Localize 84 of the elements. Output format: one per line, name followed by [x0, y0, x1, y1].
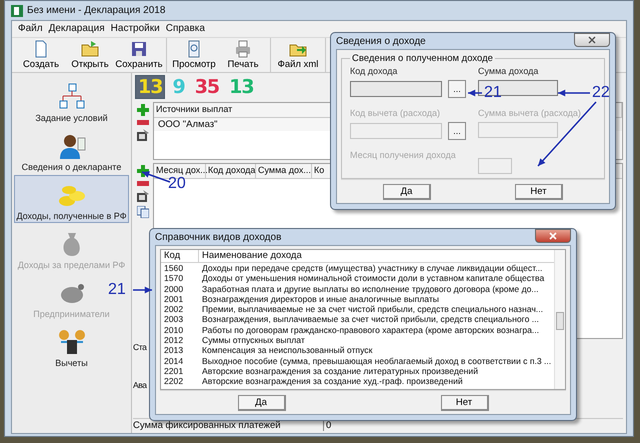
list-cell[interactable]: 2010	[161, 324, 199, 336]
list-cell[interactable]: 2013	[161, 345, 199, 356]
browse-button[interactable]: ...	[448, 80, 466, 98]
edit-icon[interactable]	[137, 190, 149, 202]
field-label: Сумма дохода	[478, 66, 540, 76]
menu-item[interactable]: Декларация	[48, 23, 105, 35]
list-cell[interactable]: Суммы отпускных выплат	[199, 335, 554, 346]
column-header: Код дохода	[206, 164, 256, 178]
arrow	[558, 90, 590, 96]
dialog-button[interactable]: Нет	[515, 184, 563, 200]
close-icon	[588, 36, 596, 44]
edit-icon[interactable]	[137, 129, 149, 141]
sidebar-item[interactable]: Сведения о декларанте	[14, 126, 129, 174]
column-header: Месяц дох...	[154, 164, 206, 178]
list-cell[interactable]: Премии, выплачиваемые не за счет чистой прибыли, средств специального назнач...	[199, 304, 554, 314]
app-icon	[11, 4, 23, 16]
list-cell[interactable]: Вознаграждения, выплачиваемые за счет чистой прибыли, средств специального ...	[199, 314, 554, 325]
arrow	[468, 90, 482, 96]
list-cell[interactable]: 2002	[161, 304, 199, 314]
arrow	[133, 286, 152, 294]
list-cell[interactable]: Работы по договорам гражданско-правового характера (кроме авторских вознагра...	[199, 324, 554, 336]
column-header: Сумма дох...	[256, 164, 312, 178]
input-field[interactable]	[350, 81, 442, 97]
field-label: Ава	[133, 380, 147, 390]
counter-value: 9	[172, 76, 185, 98]
toolbar-button[interactable]: Сохранить	[115, 38, 163, 72]
sidebar-item[interactable]: Вычеты	[14, 322, 129, 370]
list-cell[interactable]: Доходы при передаче средств (имущества) участнику в случае ликвидации общест...	[199, 263, 554, 274]
dialog-title: Справочник видов доходов	[155, 232, 282, 242]
list-cell[interactable]: Авторские вознаграждения за создание худ.-граф. произведений	[199, 376, 554, 387]
list-cell[interactable]: Выходное пособие (сумма, превышающая необлагаемый доход в соответствии с п.3 ...	[199, 356, 554, 366]
list-cell[interactable]: Компенсация за неиспользованный отпуск	[199, 345, 554, 356]
list-cell[interactable]: Вознаграждения директоров и иные аналогичные выплаты	[199, 294, 554, 304]
group-label: Ста	[133, 342, 146, 352]
close-button[interactable]	[535, 229, 571, 243]
list-cell[interactable]: 2003	[161, 314, 199, 325]
list-cell[interactable]: 2012	[161, 335, 199, 346]
list-cell[interactable]: 2202	[161, 376, 199, 387]
printer-icon	[234, 40, 252, 58]
sidebar-item[interactable]: Доходы, полученные в РФ	[14, 175, 129, 223]
window-title: Без имени - Декларация 2018	[27, 5, 166, 16]
annotation-number: 20	[168, 176, 186, 192]
toolbar-button[interactable]: Файл xml	[274, 38, 322, 72]
annotation-number: 22	[592, 85, 610, 101]
dialog-button[interactable]: Да	[238, 395, 286, 411]
list-cell[interactable]: 1570	[161, 273, 199, 284]
menu-item[interactable]: Файл	[18, 23, 43, 35]
dialog-button[interactable]: Нет	[440, 395, 488, 411]
scrollbar[interactable]	[554, 250, 565, 389]
field-label: Сумма вычета (расхода)	[478, 108, 582, 118]
close-icon	[549, 232, 557, 240]
deduction-icon	[56, 328, 86, 356]
list-cell[interactable]: Авторские вознаграждения за создание литературных произведений	[199, 366, 554, 376]
close-button[interactable]	[574, 33, 610, 47]
sidebar-item[interactable]: Задание условий	[14, 77, 129, 125]
list-cell[interactable]: 2000	[161, 284, 199, 294]
input-field[interactable]	[478, 80, 558, 96]
list-cell[interactable]: 1560	[161, 263, 199, 274]
annotation-number: 21	[108, 282, 126, 298]
arrow	[537, 102, 597, 166]
field-label: Код вычета (расхода)	[350, 108, 441, 118]
list-cell[interactable]: Заработная плата и другие выплаты во исполнение трудового договора (кроме до...	[199, 284, 554, 294]
toolbar-button[interactable]: Открыть	[66, 38, 114, 72]
list-cell[interactable]: 2014	[161, 356, 199, 366]
copy-icon[interactable]	[137, 206, 149, 218]
dialog-title: Сведения о доходе	[336, 36, 426, 46]
list-cell[interactable]: Доходы от уменьшения номинальной стоимости доли в уставном капитале общества	[199, 273, 554, 284]
group-title: Сведения о полученном доходе	[351, 53, 494, 64]
column-header: Код	[161, 250, 199, 262]
dialog-button[interactable]: Да	[383, 184, 431, 200]
menu-item[interactable]: Справка	[166, 23, 205, 35]
list-cell[interactable]: 2201	[161, 366, 199, 376]
list-cell[interactable]: 2001	[161, 294, 199, 304]
annotation-number: 21	[484, 85, 502, 101]
folder-icon	[81, 40, 99, 58]
menu-item[interactable]: Настройки	[110, 23, 160, 35]
field-label: Код дохода	[350, 66, 398, 76]
field-label: Сумма фиксированных платежей	[133, 420, 282, 431]
toolbar-button[interactable]: Создать	[17, 38, 65, 72]
diagram-icon	[56, 83, 86, 111]
toolbar-button[interactable]: Печать	[219, 38, 267, 72]
column-header: Наименование дохода	[201, 250, 303, 262]
toolbar-button[interactable]: Просмотр	[170, 38, 218, 72]
field-label: Месяц получения дохода	[350, 150, 457, 160]
